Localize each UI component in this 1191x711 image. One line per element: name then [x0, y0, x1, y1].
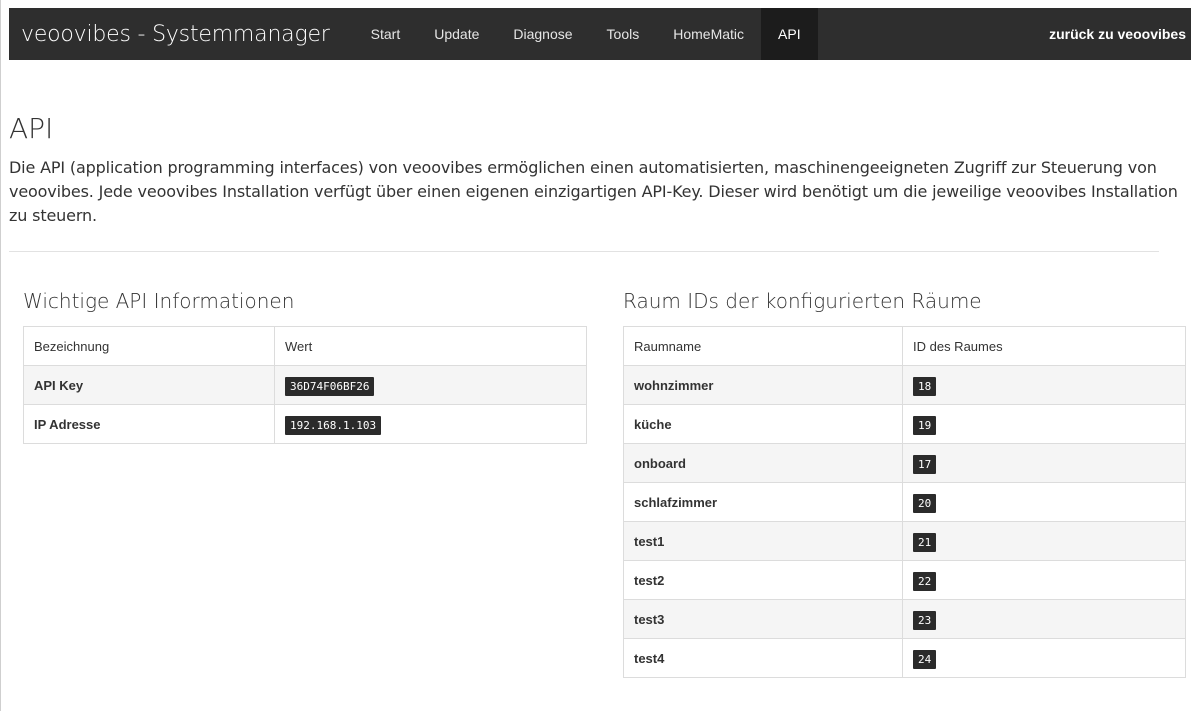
- room-id: 17: [913, 454, 937, 474]
- nav-homematic[interactable]: HomeMatic: [656, 8, 761, 60]
- api-key-label: API Key: [23, 365, 275, 405]
- room-name: schlafzimmer: [623, 482, 903, 522]
- room-name: test1: [623, 521, 903, 561]
- table-row: test4 24: [623, 638, 1186, 678]
- room-id-cell: 22: [902, 560, 1186, 600]
- room-name: test2: [623, 560, 903, 600]
- nav-update[interactable]: Update: [417, 8, 496, 60]
- page-title: API: [9, 112, 54, 145]
- room-id: 19: [913, 415, 937, 435]
- room-name: onboard: [623, 443, 903, 483]
- column-header: Wert: [274, 326, 587, 366]
- room-id: 21: [913, 532, 937, 552]
- table-row: API Key 36D74F06BF26: [23, 365, 587, 405]
- table-row: test2 22: [623, 560, 1186, 600]
- room-name: wohnzimmer: [623, 365, 903, 405]
- room-ids-title: Raum IDs der konfigurierten Räume: [623, 289, 982, 313]
- nav-start[interactable]: Start: [354, 8, 418, 60]
- room-id: 24: [913, 649, 937, 669]
- room-ids-table: Raumname ID des Raumes wohnzimmer 18 küc…: [623, 326, 1186, 678]
- table-row: schlafzimmer 20: [623, 482, 1186, 522]
- api-info-table: Bezeichnung Wert API Key 36D74F06BF26 IP…: [23, 326, 587, 444]
- room-name: küche: [623, 404, 903, 444]
- table-row: test3 23: [623, 599, 1186, 639]
- room-id: 22: [913, 571, 937, 591]
- table-row: wohnzimmer 18: [623, 365, 1186, 405]
- room-id-cell: 19: [902, 404, 1186, 444]
- room-id-cell: 18: [902, 365, 1186, 405]
- table-header-row: Raumname ID des Raumes: [623, 326, 1186, 366]
- api-info-title: Wichtige API Informationen: [23, 289, 295, 313]
- section-divider: [9, 251, 1159, 252]
- nav-diagnose[interactable]: Diagnose: [496, 8, 589, 60]
- column-header: Raumname: [623, 326, 903, 366]
- api-key-value: 36D74F06BF26: [285, 376, 375, 396]
- ip-address-value: 192.168.1.103: [285, 415, 382, 435]
- table-row: küche 19: [623, 404, 1186, 444]
- room-id-cell: 20: [902, 482, 1186, 522]
- room-id-cell: 24: [902, 638, 1186, 678]
- table-header-row: Bezeichnung Wert: [23, 326, 587, 366]
- page-intro: Die API (application programming interfa…: [9, 158, 1178, 225]
- top-navbar: veoovibes - Systemmanager Start Update D…: [9, 8, 1191, 60]
- table-row: test1 21: [623, 521, 1186, 561]
- ip-address-cell: 192.168.1.103: [274, 404, 587, 444]
- api-key-cell: 36D74F06BF26: [274, 365, 587, 405]
- table-row: IP Adresse 192.168.1.103: [23, 404, 587, 444]
- room-id: 18: [913, 376, 937, 396]
- room-id: 20: [913, 493, 937, 513]
- table-row: onboard 17: [623, 443, 1186, 483]
- room-id-cell: 17: [902, 443, 1186, 483]
- back-to-veoovibes-link[interactable]: zurück zu veoovibes: [1049, 26, 1191, 42]
- ip-address-label: IP Adresse: [23, 404, 275, 444]
- app-brand[interactable]: veoovibes - Systemmanager: [21, 22, 330, 47]
- room-id-cell: 23: [902, 599, 1186, 639]
- column-header: Bezeichnung: [23, 326, 275, 366]
- nav-tools[interactable]: Tools: [590, 8, 657, 60]
- nav-api[interactable]: API: [761, 8, 818, 60]
- column-header: ID des Raumes: [902, 326, 1186, 366]
- room-name: test4: [623, 638, 903, 678]
- room-id: 23: [913, 610, 937, 630]
- room-name: test3: [623, 599, 903, 639]
- room-id-cell: 21: [902, 521, 1186, 561]
